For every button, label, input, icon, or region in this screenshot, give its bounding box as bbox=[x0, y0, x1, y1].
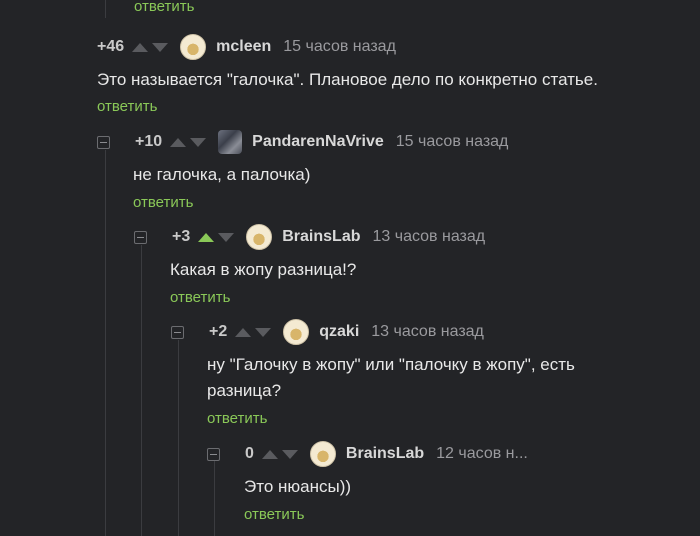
reply-link[interactable]: ответить bbox=[133, 194, 193, 211]
comment-text: ну "Галочку в жопу" или "палочку в жопу"… bbox=[207, 352, 575, 404]
comment-rating: +2 bbox=[209, 323, 228, 340]
comment-header: +10 PandarenNaVrive 15 часов назад bbox=[97, 129, 508, 155]
vote-controls bbox=[235, 327, 275, 337]
vote-controls bbox=[170, 137, 210, 147]
collapse-icon[interactable] bbox=[134, 230, 147, 244]
reply-link[interactable]: ответить bbox=[97, 98, 157, 115]
comment-text: Какая в жопу разница!? bbox=[170, 260, 357, 279]
reply-link[interactable]: ответить bbox=[207, 410, 267, 427]
vote-controls bbox=[132, 42, 172, 52]
comment-rating: +46 bbox=[97, 38, 125, 55]
comment-header: +3 BrainsLab 13 часов назад bbox=[134, 224, 485, 250]
upvote-icon[interactable] bbox=[235, 327, 252, 337]
comment-header: +2 qzaki 13 часов назад bbox=[171, 319, 484, 345]
downvote-icon[interactable] bbox=[281, 449, 298, 459]
thread-line bbox=[141, 245, 142, 536]
comment-text-line: разница? bbox=[207, 381, 282, 400]
upvote-icon[interactable] bbox=[198, 232, 215, 242]
downvote-icon[interactable] bbox=[190, 137, 207, 147]
avatar[interactable] bbox=[246, 224, 273, 250]
vote-controls bbox=[261, 449, 302, 459]
username[interactable]: qzaki bbox=[319, 323, 359, 341]
downvote-icon[interactable] bbox=[218, 232, 235, 242]
reply-link[interactable]: ответить bbox=[134, 0, 194, 15]
comment-time[interactable]: 15 часов назад bbox=[396, 133, 509, 151]
thread-line bbox=[178, 340, 179, 536]
thread-line bbox=[214, 461, 215, 536]
comment-header: +46 mcleen 15 часов назад bbox=[97, 34, 396, 60]
avatar[interactable] bbox=[309, 441, 336, 467]
avatar[interactable] bbox=[180, 34, 207, 60]
username[interactable]: PandarenNaVrive bbox=[252, 133, 384, 151]
collapse-icon[interactable] bbox=[97, 135, 110, 149]
reply-link[interactable]: ответить bbox=[244, 506, 304, 523]
vote-controls bbox=[198, 232, 238, 242]
comment-time[interactable]: 13 часов назад bbox=[373, 228, 486, 246]
comment-text: не галочка, а палочка) bbox=[133, 165, 311, 184]
comment-text-line: ну "Галочку в жопу" или "палочку в жопу"… bbox=[207, 355, 575, 374]
username[interactable]: BrainsLab bbox=[346, 445, 424, 463]
comment-header: 0 BrainsLab 12 часов н... bbox=[207, 441, 528, 467]
reply-link[interactable]: ответить bbox=[170, 289, 230, 306]
comment-time[interactable]: 12 часов н... bbox=[436, 445, 528, 463]
downvote-icon[interactable] bbox=[152, 42, 169, 52]
avatar[interactable] bbox=[218, 130, 243, 154]
collapse-icon[interactable] bbox=[171, 325, 184, 339]
upvote-icon[interactable] bbox=[170, 137, 187, 147]
avatar[interactable] bbox=[283, 319, 310, 345]
upvote-icon[interactable] bbox=[261, 449, 278, 459]
thread-line bbox=[105, 0, 106, 18]
upvote-icon[interactable] bbox=[132, 42, 149, 52]
comment-time[interactable]: 13 часов назад bbox=[371, 323, 484, 341]
collapse-icon[interactable] bbox=[207, 447, 220, 461]
comment-rating: +10 bbox=[135, 133, 163, 150]
comment-time[interactable]: 15 часов назад bbox=[283, 38, 396, 56]
downvote-icon[interactable] bbox=[255, 327, 272, 337]
comment-rating: +3 bbox=[172, 228, 191, 245]
username[interactable]: mcleen bbox=[216, 38, 271, 56]
comment-rating: 0 bbox=[245, 445, 254, 462]
comment-text: Это нюансы)) bbox=[244, 477, 352, 496]
thread-line bbox=[105, 150, 106, 536]
comment-text: Это называется "галочка". Плановое дело … bbox=[97, 70, 598, 89]
username[interactable]: BrainsLab bbox=[282, 228, 360, 246]
